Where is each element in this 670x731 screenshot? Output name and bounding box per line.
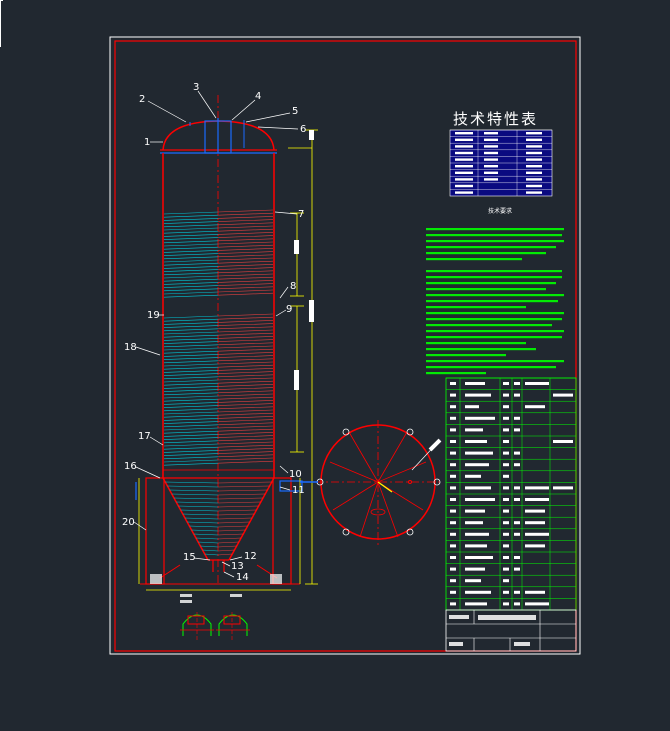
detail-views [180, 594, 250, 640]
part-label-15: 15 [183, 552, 196, 563]
cad-drawing-canvas[interactable]: 1234567891011121314151617181920 技术特性表 技术… [0, 0, 670, 731]
part-label-13: 13 [231, 561, 244, 572]
part-label-16: 16 [124, 461, 137, 472]
part-label-3: 3 [193, 82, 199, 93]
part-label-2: 2 [139, 94, 145, 105]
part-label-7: 7 [298, 209, 304, 220]
title-block [445, 609, 577, 652]
part-label-18: 18 [124, 342, 137, 353]
cooling-coils [163, 209, 274, 466]
cone-coil-hatch [165, 481, 272, 556]
vessel-body [135, 95, 303, 585]
part-label-20: 20 [122, 517, 135, 528]
part-label-19: 19 [147, 310, 160, 321]
sheet-border [109, 36, 581, 655]
tech-characteristics-table [449, 129, 553, 197]
parts-list-table [445, 377, 577, 611]
part-label-5: 5 [292, 106, 298, 117]
part-label-17: 17 [138, 431, 151, 442]
part-label-9: 9 [286, 304, 292, 315]
part-label-14: 14 [236, 572, 249, 583]
part-label-8: 8 [290, 281, 296, 292]
part-label-1: 1 [144, 137, 150, 148]
plan-view [300, 420, 442, 545]
part-label-12: 12 [244, 551, 257, 562]
part-label-11: 11 [292, 485, 305, 496]
tech-table-title: 技术特性表 [453, 110, 538, 128]
part-label-6: 6 [300, 124, 306, 135]
part-label-4: 4 [255, 91, 261, 102]
part-label-10: 10 [289, 469, 302, 480]
technical-notes [426, 228, 564, 375]
part-number-labels: 1234567891011121314151617181920 [122, 82, 306, 583]
notes-title: 技术要求 [488, 207, 512, 215]
